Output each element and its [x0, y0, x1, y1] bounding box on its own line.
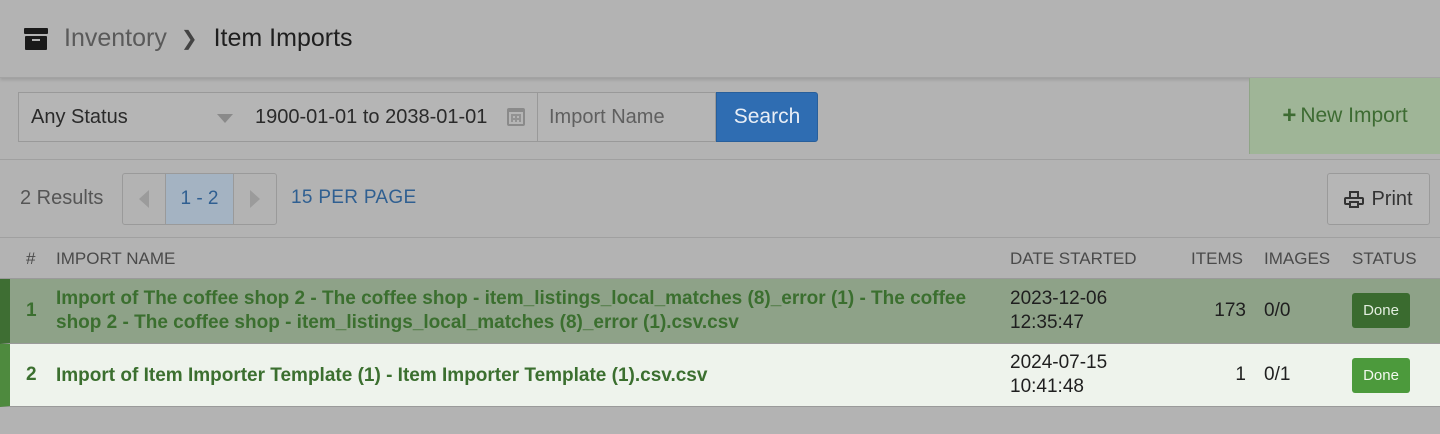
page-title: Item Imports — [213, 24, 353, 52]
chevron-down-icon — [217, 114, 233, 123]
chevron-right-icon — [249, 190, 260, 208]
print-label: Print — [1371, 187, 1413, 210]
results-count: 2 Results — [20, 187, 104, 209]
row-number: 1 — [26, 300, 37, 321]
filter-bar: Any Status 1900-01-01 to 2038-01-01 Sear… — [0, 78, 1440, 160]
date-range-field[interactable]: 1900-01-01 to 2038-01-01 — [243, 92, 538, 142]
next-page-button[interactable] — [234, 174, 276, 224]
column-header-number: # — [26, 249, 36, 268]
page-range[interactable]: 1 - 2 — [165, 174, 234, 224]
images-count: 0/1 — [1264, 364, 1291, 385]
date-range-value: 1900-01-01 to 2038-01-01 — [255, 105, 488, 128]
import-name-input[interactable] — [538, 92, 716, 142]
chevron-right-icon: ❯ — [180, 28, 198, 50]
column-header-import-name[interactable]: IMPORT NAME — [56, 249, 175, 269]
date-started: 2024-07-15 10:41:48 — [1010, 352, 1108, 397]
print-button[interactable]: Print — [1327, 173, 1430, 225]
items-count: 173 — [1214, 300, 1246, 321]
items-count: 1 — [1235, 364, 1246, 385]
column-header-date-started[interactable]: DATE STARTED — [1010, 249, 1137, 269]
printer-icon — [1344, 190, 1365, 208]
calendar-icon[interactable] — [507, 108, 525, 126]
search-button[interactable]: Search — [716, 92, 818, 142]
status-select[interactable]: Any Status — [18, 92, 244, 142]
chevron-left-icon — [139, 190, 150, 208]
status-badge: Done — [1352, 358, 1410, 393]
new-import-button[interactable]: + New Import — [1249, 78, 1440, 154]
results-toolbar: 2 Results 1 - 2 15 PER PAGE Print — [0, 160, 1440, 238]
status-select-value: Any Status — [31, 105, 128, 128]
table-row[interactable]: 1 Import of The coffee shop 2 - The coff… — [0, 279, 1440, 344]
plus-icon: + — [1282, 102, 1297, 129]
import-name-link[interactable]: Import of The coffee shop 2 - The coffee… — [56, 287, 976, 335]
import-name-link[interactable]: Import of Item Importer Template (1) - I… — [56, 364, 976, 388]
table-row[interactable]: 2 Import of Item Importer Template (1) -… — [0, 344, 1440, 407]
breadcrumb-inventory[interactable]: Inventory — [64, 24, 167, 53]
pagination: 1 - 2 — [122, 173, 277, 225]
date-started: 2023-12-06 12:35:47 — [1010, 288, 1108, 333]
archive-box-icon — [24, 27, 48, 50]
column-header-images[interactable]: IMAGES — [1264, 249, 1330, 269]
column-header-status[interactable]: STATUS — [1352, 249, 1417, 269]
page-header: Inventory ❯ Item Imports — [0, 0, 1440, 78]
prev-page-button[interactable] — [123, 174, 165, 224]
row-number: 2 — [26, 364, 37, 385]
images-count: 0/0 — [1264, 300, 1291, 321]
per-page-link[interactable]: 15 PER PAGE — [291, 187, 416, 209]
column-header-items[interactable]: ITEMS — [1191, 249, 1243, 269]
status-badge: Done — [1352, 293, 1410, 328]
table-header: # IMPORT NAME DATE STARTED ITEMS IMAGES … — [0, 239, 1440, 279]
new-import-label: New Import — [1300, 104, 1408, 127]
